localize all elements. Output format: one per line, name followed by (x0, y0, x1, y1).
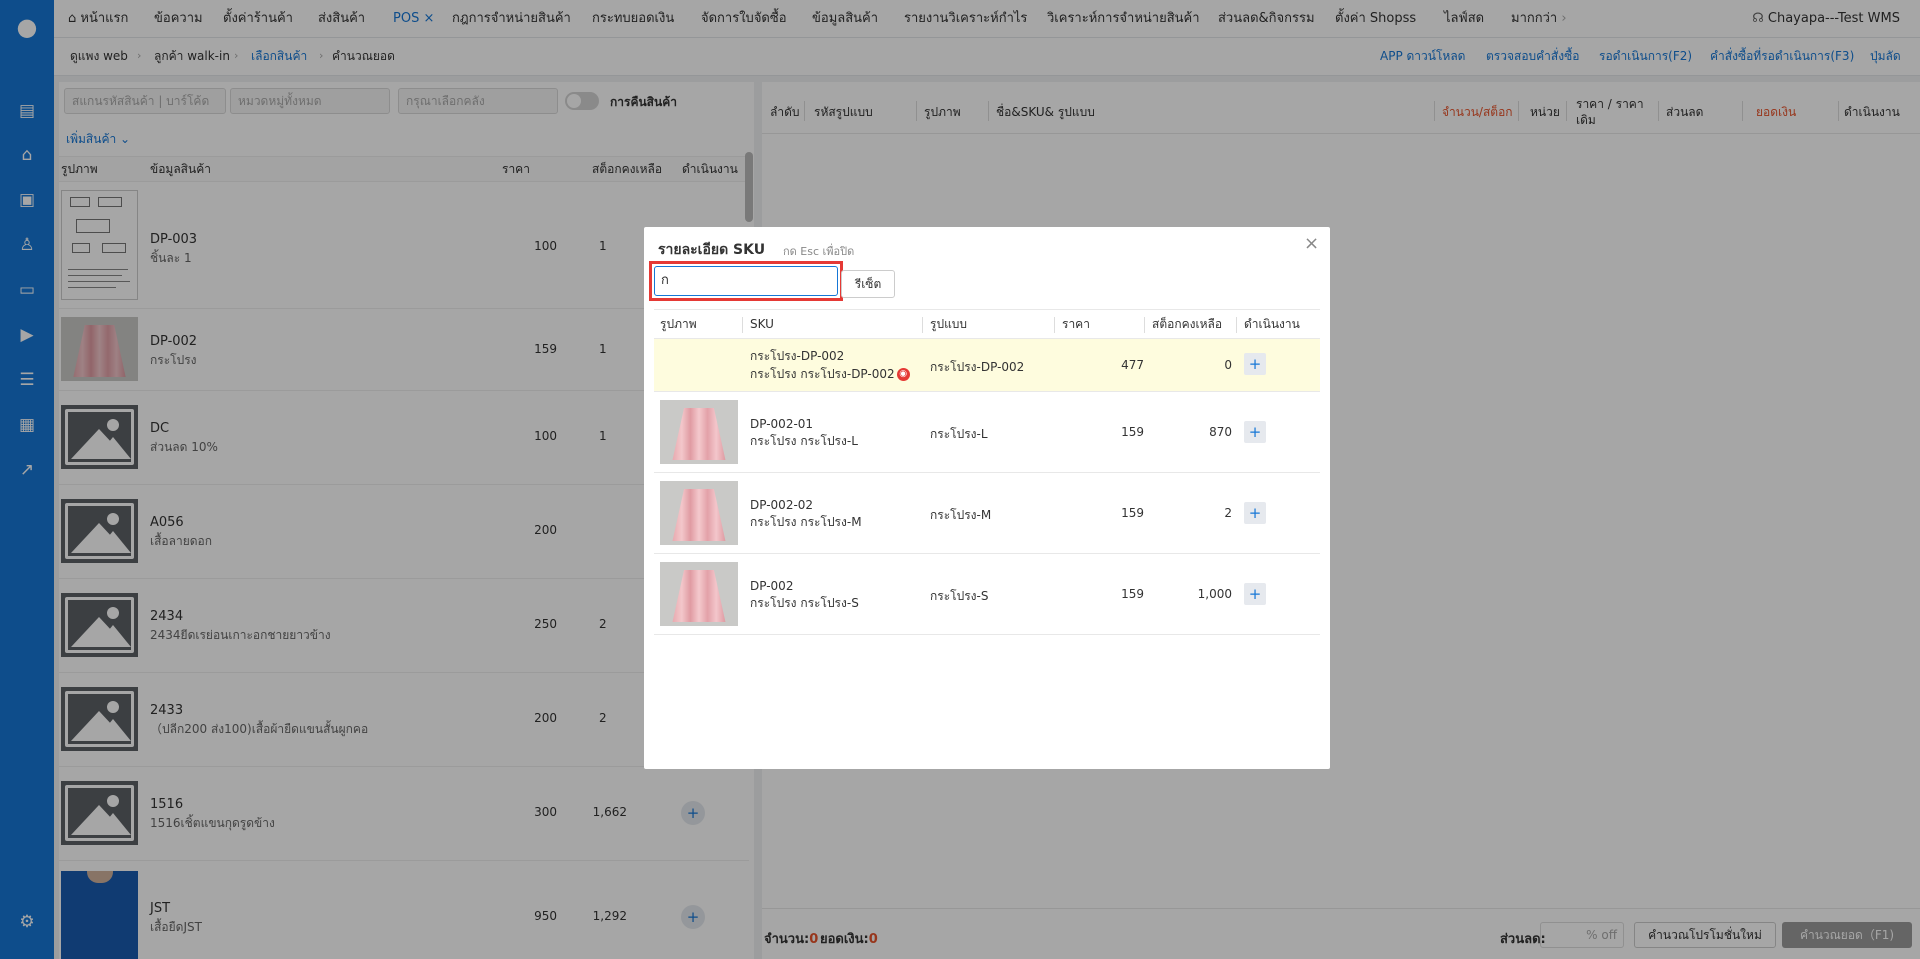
col-action: ดำเนินงาน (1244, 317, 1300, 331)
close-icon[interactable]: × (1304, 233, 1319, 254)
sku-name: กระโปรง กระโปรง-L (750, 434, 858, 448)
col-sku: SKU (750, 317, 774, 331)
sku-image (660, 481, 738, 545)
sku-stock: 1,000 (1197, 587, 1232, 601)
sku-variant: กระโปรง-S (930, 589, 989, 603)
col-price: ราคา (1062, 317, 1090, 331)
sku-price: 159 (1121, 587, 1144, 601)
sku-name: กระโปรง กระโปรง-S (750, 596, 859, 610)
sku-code: DP-002 (750, 579, 794, 593)
modal-title: รายละเอียด SKU (658, 242, 766, 258)
sku-name: กระโปรง กระโปรง-DP-002 ◉ (750, 366, 910, 382)
sku-price: 159 (1121, 506, 1144, 520)
sku-price: 159 (1121, 425, 1144, 439)
sku-variant: กระโปรง-L (930, 427, 988, 441)
sku-row[interactable]: DP-002-01 กระโปรง กระโปรง-L กระโปรง-L 15… (654, 392, 1320, 473)
sku-stock: 2 (1224, 506, 1232, 520)
sku-name: กระโปรง กระโปรง-M (750, 515, 862, 529)
sku-search-input[interactable]: ก (654, 266, 838, 296)
add-sku-button[interactable]: + (1244, 353, 1266, 375)
col-stock: สต็อกคงเหลือ (1152, 317, 1223, 331)
sku-row[interactable]: DP-002 กระโปรง กระโปรง-S กระโปรง-S 159 1… (654, 554, 1320, 635)
add-sku-button[interactable]: + (1244, 583, 1266, 605)
badge-icon: ◉ (896, 368, 910, 381)
sku-detail-modal: รายละเอียด SKU กด Esc เพื่อปิด × ก รีเซ็… (644, 227, 1330, 769)
col-image: รูปภาพ (660, 317, 697, 331)
sku-stock: 870 (1209, 425, 1232, 439)
sku-image (660, 400, 738, 464)
sku-stock: 0 (1224, 358, 1232, 372)
sku-row[interactable]: DP-002-02 กระโปรง กระโปรง-M กระโปรง-M 15… (654, 473, 1320, 554)
col-variant: รูปแบบ (930, 317, 968, 331)
sku-table-header: รูปภาพ SKU รูปแบบ ราคา สต็อกคงเหลือ ดำเน… (654, 309, 1320, 339)
sku-code: กระโปรง-DP-002 (750, 349, 845, 363)
sku-variant: กระโปรง-DP-002 (930, 360, 1025, 374)
sku-code: DP-002-02 (750, 498, 814, 512)
sku-code: DP-002-01 (750, 417, 814, 431)
modal-hint: กด Esc เพื่อปิด (783, 245, 855, 258)
sku-price: 477 (1121, 358, 1144, 372)
reset-button[interactable]: รีเซ็ต (841, 270, 895, 298)
sku-variant: กระโปรง-M (930, 508, 992, 522)
sku-image (660, 562, 738, 626)
sku-row[interactable]: กระโปรง-DP-002 กระโปรง กระโปรง-DP-002 ◉ ก… (654, 339, 1320, 392)
search-highlight: ก (649, 261, 843, 301)
add-sku-button[interactable]: + (1244, 502, 1266, 524)
add-sku-button[interactable]: + (1244, 421, 1266, 443)
